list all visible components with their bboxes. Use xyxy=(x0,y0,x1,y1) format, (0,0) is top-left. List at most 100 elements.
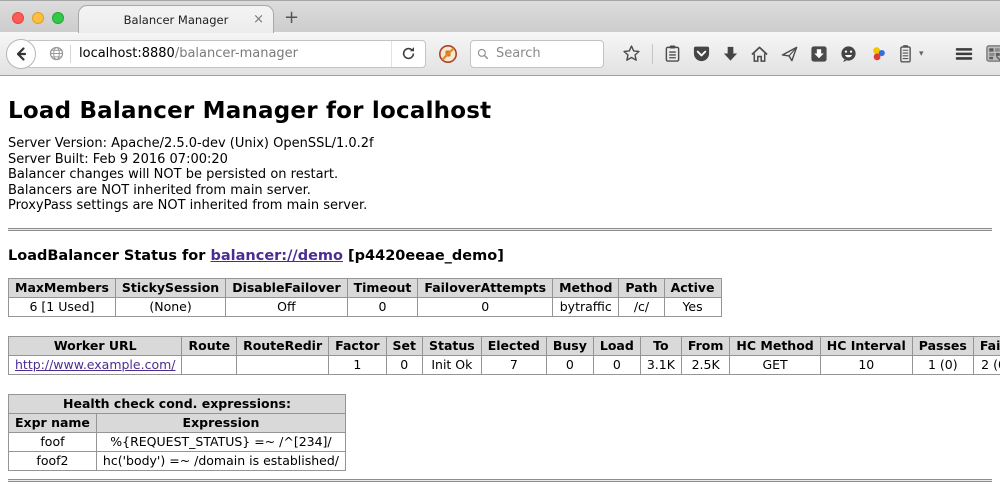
battery-button[interactable] xyxy=(899,44,912,63)
col-hc-method: HC Method xyxy=(730,336,820,355)
col-disablefailover: DisableFailover xyxy=(226,278,347,297)
col-failoverattempts: FailoverAttempts xyxy=(418,278,553,297)
cell-maxmembers: 6 [1 Used] xyxy=(9,297,116,316)
col-set: Set xyxy=(386,336,422,355)
cell-factor: 1 xyxy=(329,355,386,374)
cell-busy: 0 xyxy=(546,355,593,374)
cell-worker-url: http://www.example.com/ xyxy=(9,355,182,374)
tab-close-icon[interactable]: × xyxy=(253,12,264,27)
cell-from: 2.5K xyxy=(681,355,730,374)
server-info: Server Version: Apache/2.5.0-dev (Unix) … xyxy=(8,136,992,214)
cell-load: 0 xyxy=(593,355,640,374)
video-download-button[interactable] xyxy=(810,45,828,63)
home-button[interactable] xyxy=(750,45,769,63)
table-row: foof2 hc('body') =~ /domain is establish… xyxy=(9,451,346,470)
search-input[interactable] xyxy=(494,45,597,62)
table-row: foof %{REQUEST_STATUS} =~ /^[234]/ xyxy=(9,432,346,451)
col-status: Status xyxy=(423,336,482,355)
cell-expression: hc('body') =~ /domain is established/ xyxy=(96,451,345,470)
window-controls xyxy=(12,12,64,24)
cell-to: 3.1K xyxy=(640,355,681,374)
reading-list-button[interactable] xyxy=(664,44,681,63)
reload-icon xyxy=(401,46,416,61)
col-worker-url: Worker URL xyxy=(9,336,182,355)
status-prefix: LoadBalancer Status for xyxy=(8,248,210,264)
send-icon xyxy=(780,45,799,63)
col-hc-interval: HC Interval xyxy=(820,336,912,355)
tab-title: Balancer Manager xyxy=(124,13,229,27)
cell-active: Yes xyxy=(664,297,721,316)
server-built-line: Server Built: Feb 9 2016 07:00:20 xyxy=(8,152,992,168)
balancer-link[interactable]: balancer://demo xyxy=(210,248,343,264)
globe-icon xyxy=(49,46,64,61)
cell-failoverattempts: 0 xyxy=(418,297,553,316)
block-plugin-button[interactable] xyxy=(438,44,458,64)
back-button[interactable] xyxy=(6,39,36,69)
video-download-icon xyxy=(810,45,828,63)
cell-expr-name: foof2 xyxy=(9,451,97,470)
menu-button[interactable] xyxy=(954,46,974,62)
health-check-table: Health check cond. expressions: Expr nam… xyxy=(8,394,346,471)
url-bar[interactable]: localhost:8880/balancer-manager xyxy=(26,40,426,68)
cell-elected: 7 xyxy=(481,355,546,374)
col-expr-name: Expr name xyxy=(9,413,97,432)
search-bar[interactable] xyxy=(470,40,604,68)
col-load: Load xyxy=(593,336,640,355)
cell-routeredir xyxy=(237,355,329,374)
col-path: Path xyxy=(619,278,664,297)
cell-passes: 1 (0) xyxy=(912,355,973,374)
pocket-button[interactable] xyxy=(692,45,711,63)
server-version-line: Server Version: Apache/2.5.0-dev (Unix) … xyxy=(8,136,992,152)
cell-timeout: 0 xyxy=(347,297,418,316)
feedback-smiley-icon xyxy=(839,45,858,63)
new-tab-button[interactable]: + xyxy=(284,7,299,28)
col-active: Active xyxy=(664,278,721,297)
col-stickysession: StickySession xyxy=(115,278,225,297)
bottom-divider xyxy=(8,479,992,482)
tiles-icon xyxy=(985,44,1000,63)
search-icon xyxy=(477,47,489,61)
downloads-button[interactable] xyxy=(722,45,739,63)
worker-url-link[interactable]: http://www.example.com/ xyxy=(15,357,175,372)
col-factor: Factor xyxy=(329,336,386,355)
col-timeout: Timeout xyxy=(347,278,418,297)
minimize-window-button[interactable] xyxy=(32,12,44,24)
page-title: Load Balancer Manager for localhost xyxy=(8,98,992,124)
reload-button[interactable] xyxy=(391,41,425,67)
zoom-window-button[interactable] xyxy=(52,12,64,24)
table-header-row: Worker URL Route RouteRedir Factor Set S… xyxy=(9,336,1000,355)
cell-method: bytraffic xyxy=(553,297,619,316)
table-row: 6 [1 Used] (None) Off 0 0 bytraffic /c/ … xyxy=(9,297,722,316)
table-title-row: Health check cond. expressions: xyxy=(9,394,346,413)
col-elected: Elected xyxy=(481,336,546,355)
reading-list-icon xyxy=(664,44,681,63)
close-window-button[interactable] xyxy=(12,12,24,24)
proxypass-notice-line: ProxyPass settings are NOT inherited fro… xyxy=(8,198,992,214)
url-domain: localhost:8880 xyxy=(79,46,175,61)
status-suffix: [p4420eeae_demo] xyxy=(343,248,504,264)
send-to-device-button[interactable] xyxy=(780,45,799,63)
cell-route xyxy=(182,355,237,374)
tiles-button[interactable] xyxy=(985,44,1000,63)
menu-icon xyxy=(954,46,974,62)
cell-set: 0 xyxy=(386,355,422,374)
page-content: Load Balancer Manager for localhost Serv… xyxy=(0,76,1000,482)
table-header-row: MaxMembers StickySession DisableFailover… xyxy=(9,278,722,297)
col-route: Route xyxy=(182,336,237,355)
feedback-smiley-button[interactable] xyxy=(839,45,858,63)
extension-dots-button[interactable] xyxy=(869,45,888,63)
top-divider xyxy=(8,228,992,231)
persist-notice-line: Balancer changes will NOT be persisted o… xyxy=(8,167,992,183)
extension-dots-icon xyxy=(869,45,888,63)
tab-balancer-manager[interactable]: Balancer Manager × xyxy=(78,5,274,33)
col-method: Method xyxy=(553,278,619,297)
cell-hc-method: GET xyxy=(730,355,820,374)
inherit-notice-line: Balancers are NOT inherited from main se… xyxy=(8,183,992,199)
toolbar-divider xyxy=(652,44,653,64)
bookmark-star-button[interactable] xyxy=(622,44,641,63)
navigation-toolbar: localhost:8880/balancer-manager xyxy=(0,32,1000,76)
back-icon xyxy=(13,46,29,62)
dropdown-caret-icon[interactable]: ▾ xyxy=(919,49,924,59)
balancer-settings-table: MaxMembers StickySession DisableFailover… xyxy=(8,278,722,317)
cell-status: Init Ok xyxy=(423,355,482,374)
